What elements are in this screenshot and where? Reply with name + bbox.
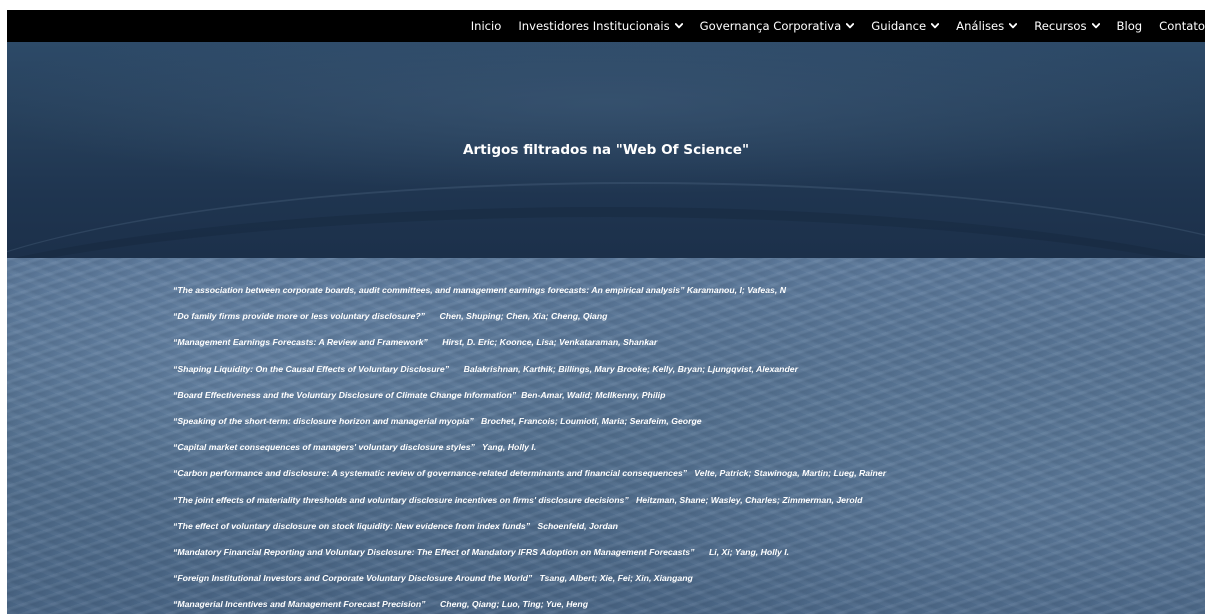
chevron-down-icon — [931, 23, 940, 29]
article-authors: Schoenfeld, Jordan — [537, 520, 618, 531]
article-separator — [449, 364, 463, 374]
list-item[interactable]: “The effect of voluntary disclosure on s… — [173, 520, 886, 546]
article-separator — [426, 599, 440, 609]
nav-item-label: Contato — [1159, 19, 1205, 33]
chevron-down-icon — [1009, 23, 1018, 29]
article-title: “Do family firms provide more or less vo… — [173, 311, 426, 322]
list-item[interactable]: “Do family firms provide more or less vo… — [173, 310, 886, 336]
article-title: “Carbon performance and disclosure: A sy… — [173, 468, 688, 479]
nav-item-governanca-corporativa[interactable]: Governança Corporativa — [700, 19, 855, 33]
article-separator — [629, 495, 636, 505]
article-separator — [532, 573, 539, 583]
nav-item-recursos[interactable]: Recursos — [1034, 19, 1100, 33]
article-title: “The association between corporate board… — [173, 285, 685, 295]
list-item[interactable]: “Capital market consequences of managers… — [173, 441, 886, 467]
list-item[interactable]: “Speaking of the short-term: disclosure … — [173, 415, 886, 441]
article-authors: Chen, Shuping; Chen, Xia; Cheng, Qiang — [439, 311, 608, 322]
article-title: “Speaking of the short-term: disclosure … — [173, 415, 474, 426]
article-authors: Balakrishnan, Karthik; Billings, Mary Br… — [463, 363, 798, 374]
list-item[interactable]: “Foreign Institutional Investors and Cor… — [173, 572, 886, 598]
article-title: “Management Earnings Forecasts: A Review… — [173, 337, 428, 348]
article-separator — [694, 547, 708, 557]
nav-item-investidores-institucionais[interactable]: Investidores Institucionais — [518, 19, 683, 33]
list-item[interactable]: “The association between corporate board… — [173, 284, 886, 310]
article-authors: Brochet, Francois; Loumioti, Maria; Sera… — [481, 415, 702, 426]
article-title: “Managerial Incentives and Management Fo… — [173, 599, 426, 610]
article-authors: Karamanou, I; Vafeas, N — [686, 285, 786, 295]
page-title: Artigos filtrados na "Web Of Science" — [462, 142, 750, 158]
list-item[interactable]: “Managerial Incentives and Management Fo… — [173, 598, 886, 614]
chevron-down-icon — [674, 23, 683, 29]
chevron-down-icon — [1091, 23, 1100, 29]
article-authors: Ben-Amar, Walid; McIlkenny, Philip — [521, 389, 666, 400]
article-title: “The effect of voluntary disclosure on s… — [173, 520, 531, 531]
articles-section: “The association between corporate board… — [7, 258, 1205, 614]
chevron-down-icon — [846, 23, 855, 29]
article-separator — [425, 311, 439, 321]
article-title: “Foreign Institutional Investors and Cor… — [173, 573, 533, 584]
nav-item-inicio[interactable]: Inicio — [471, 19, 502, 33]
list-item[interactable]: “Carbon performance and disclosure: A sy… — [173, 467, 886, 493]
article-authors: Li, Xi; Yang, Holly I. — [708, 546, 790, 557]
nav-item-analises[interactable]: Análises — [956, 19, 1018, 33]
hero-banner: Artigos filtrados na "Web Of Science" — [7, 42, 1205, 258]
article-separator — [474, 416, 481, 426]
nav-item-label: Inicio — [470, 19, 502, 33]
nav-item-guidance[interactable]: Guidance — [871, 19, 940, 33]
article-separator — [428, 337, 442, 347]
article-authors: Heitzman, Shane; Wasley, Charles; Zimmer… — [635, 494, 863, 505]
nav-item-blog[interactable]: Blog — [1117, 19, 1143, 33]
nav-item-label: Recursos — [1034, 19, 1087, 33]
article-list: “The association between corporate board… — [173, 284, 886, 614]
list-item[interactable]: “Shaping Liquidity: On the Causal Effect… — [173, 363, 886, 389]
top-navigation-bar: Inicio Investidores Institucionais Governa… — [7, 10, 1205, 42]
article-title: “Shaping Liquidity: On the Causal Effect… — [173, 363, 450, 374]
article-authors: Hirst, D. Eric; Koonce, Lisa; Venkataram… — [442, 337, 658, 348]
list-item[interactable]: “Board Effectiveness and the Voluntary D… — [173, 389, 886, 415]
list-item[interactable]: “The joint effects of materiality thresh… — [173, 494, 886, 520]
article-separator — [475, 442, 482, 452]
list-item[interactable]: “Management Earnings Forecasts: A Review… — [173, 336, 886, 362]
article-title: “Board Effectiveness and the Voluntary D… — [173, 389, 517, 400]
main-menu: Inicio Investidores Institucionais Governa… — [471, 10, 1205, 42]
article-authors: Velte, Patrick; Stawinoga, Martin; Lueg,… — [694, 468, 887, 479]
list-item[interactable]: “Mandatory Financial Reporting and Volun… — [173, 546, 886, 572]
article-authors: Cheng, Qiang; Luo, Ting; Yue, Heng — [440, 599, 589, 610]
article-title: “Mandatory Financial Reporting and Volun… — [173, 546, 695, 557]
article-title: “Capital market consequences of managers… — [173, 442, 475, 453]
nav-item-label: Guidance — [871, 19, 927, 33]
nav-item-label: Blog — [1116, 19, 1143, 33]
article-authors: Yang, Holly I. — [482, 442, 537, 453]
nav-item-label: Análises — [956, 19, 1005, 33]
article-title: “The joint effects of materiality thresh… — [173, 494, 629, 505]
nav-item-contato[interactable]: Contato — [1159, 19, 1205, 33]
nav-item-label: Governança Corporativa — [699, 19, 842, 33]
article-authors: Tsang, Albert; Xie, Fei; Xin, Xiangang — [539, 573, 693, 584]
nav-item-label: Investidores Institucionais — [518, 19, 670, 33]
